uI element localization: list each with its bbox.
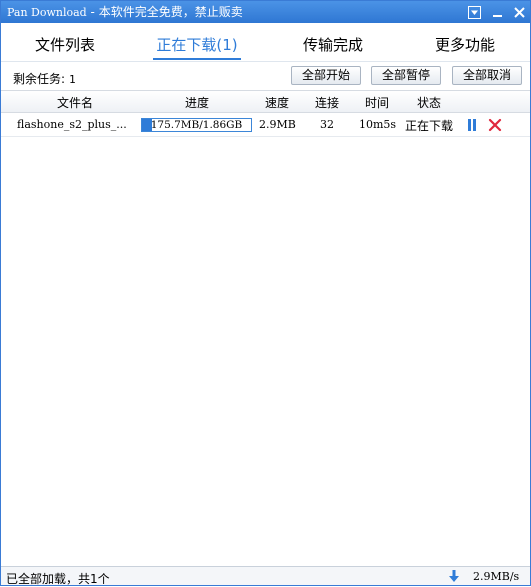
tab-completed[interactable]: 传输完成 [291,23,375,61]
start-all-button[interactable]: 全部开始 [291,66,361,85]
remaining-tasks: 剩余任务: 1 [13,70,76,87]
tab-file-list-label: 文件列表 [34,36,95,54]
status-bar: 已全部加载，共1个 2.9MB/s [1,566,530,586]
window-title-rest: - 本软件完全免费，禁止贩卖 [86,5,243,19]
row-status: 正在下载 [405,119,454,133]
tab-bar: 文件列表 正在下载(1) 传输完成 更多功能 [1,23,530,61]
tab-file-list[interactable]: 文件列表 [23,23,107,61]
remaining-tasks-count: 1 [69,73,76,86]
pause-all-button[interactable]: 全部暂停 [371,66,441,85]
column-header-speed[interactable]: 速度 [257,94,297,111]
table-header: 文件名 进度 速度 连接 时间 状态 [1,90,530,113]
column-header-filename[interactable]: 文件名 [47,94,103,111]
dropdown-menu-icon[interactable] [466,4,482,20]
tab-completed-label: 传输完成 [302,36,363,54]
title-bar[interactable]: Pan Download - 本软件完全免费，禁止贩卖 [1,1,530,23]
close-icon[interactable] [511,4,527,20]
total-speed: 2.9MB/s [473,570,520,583]
pause-icon[interactable] [465,118,479,132]
status-text: 已全部加载，共1个 [6,572,110,586]
table-row[interactable]: flashone_s2_plus_... 175.7MB/1.86GB 2.9M… [1,113,530,137]
row-speed: 2.9MB [259,118,296,131]
toolbar: 剩余任务: 1 全部开始 全部暂停 全部取消 [1,62,530,90]
tab-downloading[interactable]: 正在下载(1) [147,23,247,61]
cancel-all-button[interactable]: 全部取消 [452,66,522,85]
row-progress-bar: 175.7MB/1.86GB [141,118,252,132]
active-tab-underline [153,58,241,60]
row-connections: 32 [320,118,334,131]
minimize-icon[interactable] [489,4,505,20]
column-header-connections[interactable]: 连接 [307,94,347,111]
delete-x-icon[interactable] [488,118,502,132]
column-header-time[interactable]: 时间 [357,94,397,111]
tab-downloading-label: 正在下载(1) [156,36,238,54]
tab-more-features[interactable]: 更多功能 [423,23,507,61]
column-header-status[interactable]: 状态 [409,94,449,111]
column-header-progress[interactable]: 进度 [177,94,217,111]
row-progress-text: 175.7MB/1.86GB [150,119,243,131]
app-window: Pan Download - 本软件完全免费，禁止贩卖 文件列表 正在下载(1)… [0,0,531,586]
window-title: Pan Download - 本软件完全免费，禁止贩卖 [7,4,243,21]
remaining-tasks-label: 剩余任务: [13,72,66,86]
window-title-app: Pan Download [7,6,87,19]
row-time: 10m5s [359,118,397,131]
download-arrow-icon [448,570,460,583]
tab-more-features-label: 更多功能 [434,36,495,54]
row-filename: flashone_s2_plus_... [17,118,127,131]
